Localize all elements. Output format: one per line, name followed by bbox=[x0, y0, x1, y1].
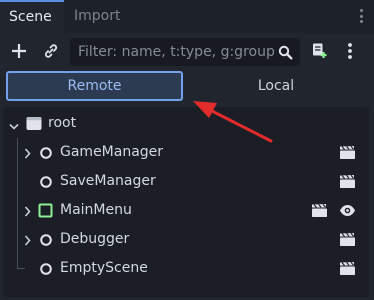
chevron-right-icon[interactable] bbox=[24, 234, 32, 250]
scene-clapper-icon[interactable] bbox=[339, 261, 356, 280]
dock-menu-icon[interactable] bbox=[360, 9, 364, 25]
node-circle-icon bbox=[39, 175, 53, 193]
tab-scene[interactable]: Scene bbox=[0, 0, 64, 33]
tree-row-root[interactable]: root bbox=[3, 109, 369, 138]
scene-dock: Remote Local root GameManager bbox=[0, 33, 374, 300]
chevron-right-icon[interactable] bbox=[24, 205, 32, 221]
tab-import[interactable]: Import bbox=[64, 0, 140, 33]
tree-row-gamemanager[interactable]: GameManager bbox=[3, 138, 369, 167]
local-button[interactable]: Local bbox=[188, 71, 364, 101]
visibility-eye-icon[interactable] bbox=[339, 204, 356, 221]
remote-local-switch: Remote Local bbox=[0, 69, 374, 103]
tree-item-label: Debugger bbox=[60, 231, 130, 247]
script-attach-icon[interactable] bbox=[309, 41, 329, 61]
tree-row-debugger[interactable]: Debugger bbox=[3, 225, 369, 254]
tree-row-savemanager[interactable]: SaveManager bbox=[3, 167, 369, 196]
more-options-icon[interactable] bbox=[340, 41, 360, 61]
dock-tab-bar: Scene Import bbox=[0, 0, 374, 33]
instantiate-link-icon[interactable] bbox=[41, 41, 61, 61]
tree-item-label: MainMenu bbox=[60, 202, 132, 218]
tree-row-mainmenu[interactable]: MainMenu bbox=[3, 196, 369, 225]
node-circle-icon bbox=[39, 262, 53, 280]
tree-item-label: EmptyScene bbox=[60, 260, 148, 276]
scene-clapper-icon[interactable] bbox=[311, 203, 328, 222]
tree-item-label: root bbox=[48, 115, 77, 131]
scene-root-icon bbox=[26, 116, 42, 135]
chevron-right-icon[interactable] bbox=[24, 147, 32, 163]
filter-field[interactable] bbox=[70, 38, 300, 66]
control-node-icon bbox=[38, 203, 53, 222]
remote-button[interactable]: Remote bbox=[6, 71, 183, 101]
scene-toolbar bbox=[0, 33, 374, 69]
scene-clapper-icon[interactable] bbox=[339, 232, 356, 251]
node-circle-icon bbox=[39, 146, 53, 164]
tree-item-label: GameManager bbox=[60, 144, 164, 160]
scene-tree[interactable]: root GameManager SaveManager MainMenu De… bbox=[3, 107, 369, 297]
filter-input[interactable] bbox=[78, 38, 274, 66]
scene-clapper-icon[interactable] bbox=[339, 174, 356, 193]
add-node-icon[interactable] bbox=[9, 41, 29, 61]
scene-clapper-icon[interactable] bbox=[339, 145, 356, 164]
tree-row-emptyscene[interactable]: EmptyScene bbox=[3, 254, 369, 283]
search-icon bbox=[277, 44, 293, 60]
tree-item-label: SaveManager bbox=[60, 173, 156, 189]
node-circle-icon bbox=[39, 233, 53, 251]
chevron-down-icon[interactable] bbox=[9, 119, 19, 135]
